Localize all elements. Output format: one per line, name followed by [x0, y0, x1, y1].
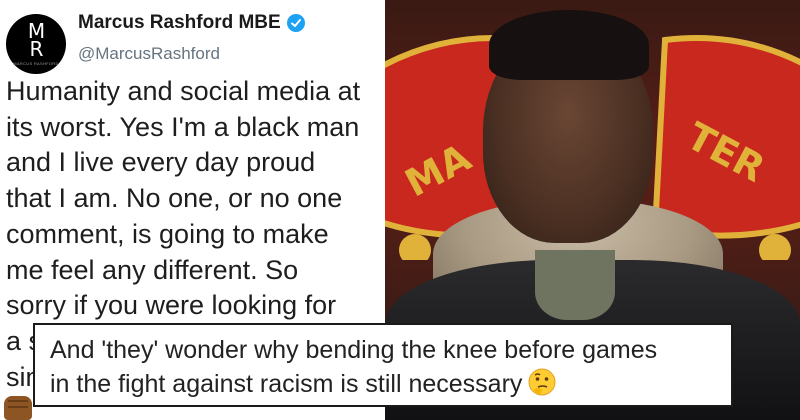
player-hair — [489, 10, 649, 80]
shirt — [535, 250, 615, 320]
tweet-line: its worst. Yes I'm a black man — [6, 111, 360, 142]
verified-badge-icon — [286, 14, 305, 32]
caption-line-with-emoji: in the fight against racism is still nec… — [50, 367, 717, 405]
author-handle[interactable]: @MarcusRashford — [78, 44, 220, 64]
avatar-caption: MARCUS RASHFORD — [13, 61, 59, 66]
tweet-line: Humanity and social media at — [6, 76, 361, 106]
thinking-face-icon — [528, 368, 556, 405]
tweet-line: and I live every day proud — [6, 147, 316, 178]
author-row: Marcus Rashford MBE — [78, 12, 305, 34]
tweet-line: sorry if you were looking for — [6, 290, 337, 321]
caption-line: And 'they' wonder why bending the knee b… — [50, 336, 658, 364]
tweet-line: me feel any different. So — [6, 254, 299, 285]
tweet-line: comment, is going to make — [6, 218, 329, 249]
caption-line-text: in the fight against racism is still nec… — [50, 370, 523, 398]
avatar[interactable]: MR MARCUS RASHFORD — [6, 14, 66, 74]
author-display-name[interactable]: Marcus Rashford MBE — [78, 12, 281, 34]
avatar-monogram: MR — [27, 19, 45, 61]
caption-box: And 'they' wonder why bending the knee b… — [33, 323, 733, 407]
tweet-line: that I am. No one, or no one — [6, 183, 343, 214]
raised-fist-icon — [4, 396, 32, 420]
